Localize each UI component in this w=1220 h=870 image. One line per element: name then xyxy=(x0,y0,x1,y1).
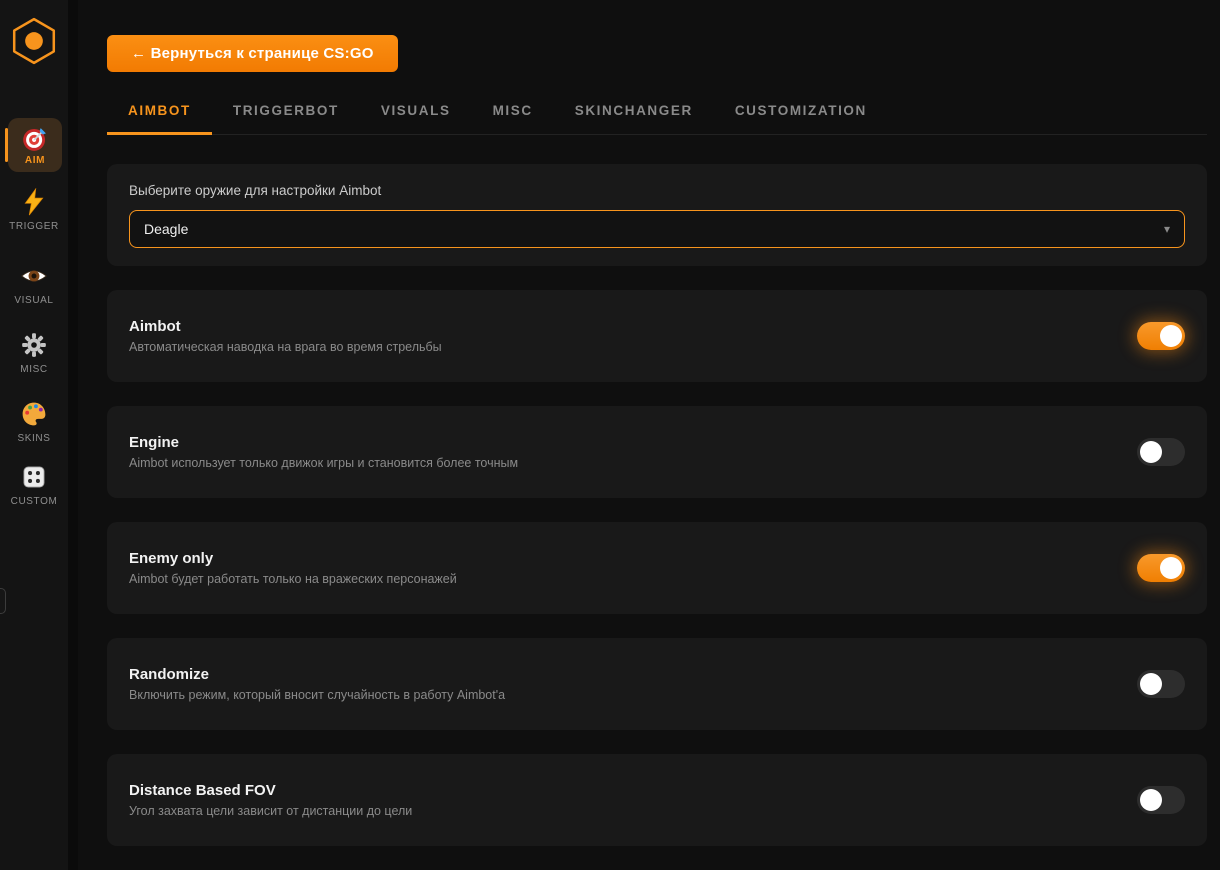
sidebar-item-trigger[interactable]: TRIGGER xyxy=(0,188,68,232)
sidebar-item-visual[interactable]: VISUAL xyxy=(0,262,68,306)
setting-description: Aimbot будет работать только на вражески… xyxy=(129,572,457,586)
sidebar-item-custom[interactable]: CUSTOM xyxy=(0,463,68,507)
enemy-only-toggle[interactable] xyxy=(1137,554,1185,582)
setting-title: Aimbot xyxy=(129,318,442,335)
sidebar-item-aim[interactable]: AIM xyxy=(8,118,62,172)
toggle-knob xyxy=(1140,789,1162,811)
main-content: ← Вернуться к странице CS:GO AIMBOT TRIG… xyxy=(78,0,1220,870)
setting-description: Угол захвата цели зависит от дистанции д… xyxy=(129,804,412,818)
gear-icon xyxy=(20,331,48,359)
toggle-knob xyxy=(1140,441,1162,463)
sidebar-item-label: VISUAL xyxy=(14,295,53,306)
hexagon-logo-icon xyxy=(11,16,57,66)
eye-icon xyxy=(20,262,48,290)
setting-description: Aimbot использует только движок игры и с… xyxy=(129,456,518,470)
weapon-select-value: Deagle xyxy=(144,221,188,237)
setting-title: Enemy only xyxy=(129,550,457,567)
dartboard-icon xyxy=(21,125,49,153)
setting-card-engine: Engine Aimbot использует только движок и… xyxy=(107,406,1207,498)
tab-misc[interactable]: MISC xyxy=(472,96,554,135)
sidebar-item-label: CUSTOM xyxy=(11,496,58,507)
sidebar-item-misc[interactable]: MISC xyxy=(0,331,68,375)
distance-based-fov-toggle[interactable] xyxy=(1137,786,1185,814)
sidebar-item-label: AIM xyxy=(25,155,45,166)
setting-description: Включить режим, который вносит случайнос… xyxy=(129,688,505,702)
weapon-select-dropdown[interactable]: Deagle ▾ xyxy=(129,210,1185,248)
tab-customization[interactable]: CUSTOMIZATION xyxy=(714,96,888,135)
tab-skinchanger[interactable]: SKINCHANGER xyxy=(554,96,714,135)
setting-card-enemy-only: Enemy only Aimbot будет работать только … xyxy=(107,522,1207,614)
setting-card-distance-based-fov: Distance Based FOV Угол захвата цели зав… xyxy=(107,754,1207,846)
chevron-down-icon: ▾ xyxy=(1164,222,1170,236)
setting-title: Randomize xyxy=(129,666,505,683)
sidebar: AIM TRIGGER VISUAL xyxy=(0,0,68,870)
sidebar-item-skins[interactable]: SKINS xyxy=(0,400,68,444)
weapon-selector-card: Выберите оружие для настройки Aimbot Dea… xyxy=(107,164,1207,266)
app-logo[interactable] xyxy=(0,16,68,66)
dice-icon xyxy=(20,463,48,491)
sidebar-item-label: TRIGGER xyxy=(9,221,59,232)
setting-card-aimbot: Aimbot Автоматическая наводка на врага в… xyxy=(107,290,1207,382)
sidebar-item-label: SKINS xyxy=(17,433,50,444)
toggle-knob xyxy=(1160,557,1182,579)
randomize-toggle[interactable] xyxy=(1137,670,1185,698)
palette-icon xyxy=(20,400,48,428)
toggle-knob xyxy=(1160,325,1182,347)
tab-visuals[interactable]: VISUALS xyxy=(360,96,472,135)
tab-bar: AIMBOT TRIGGERBOT VISUALS MISC SKINCHANG… xyxy=(107,96,1207,135)
sidebar-divider xyxy=(68,0,78,870)
setting-description: Автоматическая наводка на врага во время… xyxy=(129,340,442,354)
engine-toggle[interactable] xyxy=(1137,438,1185,466)
setting-card-randomize: Randomize Включить режим, который вносит… xyxy=(107,638,1207,730)
setting-title: Engine xyxy=(129,434,518,451)
tab-triggerbot[interactable]: TRIGGERBOT xyxy=(212,96,360,135)
edge-scroll-marker[interactable] xyxy=(0,588,6,614)
setting-title: Distance Based FOV xyxy=(129,782,412,799)
sidebar-item-label: MISC xyxy=(20,364,47,375)
toggle-knob xyxy=(1140,673,1162,695)
back-to-csgo-button[interactable]: ← Вернуться к странице CS:GO xyxy=(107,35,398,72)
tab-aimbot[interactable]: AIMBOT xyxy=(107,96,212,135)
aimbot-toggle[interactable] xyxy=(1137,322,1185,350)
lightning-icon xyxy=(20,188,48,216)
weapon-selector-label: Выберите оружие для настройки Aimbot xyxy=(129,183,1185,198)
